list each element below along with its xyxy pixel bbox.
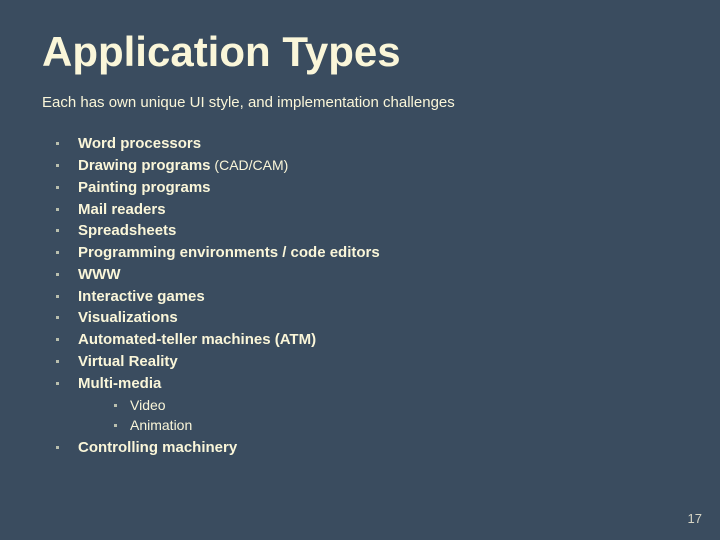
- list-item-text: Visualizations: [78, 309, 178, 326]
- list-item: Controlling machinery: [50, 437, 678, 459]
- list-item-annotation: (CAD/CAM): [211, 157, 289, 173]
- list-item-text: Virtual Reality: [78, 353, 178, 370]
- sub-list-item: Video: [108, 396, 678, 416]
- list-item: Automated-teller machines (ATM): [50, 329, 678, 351]
- list-item-text: Controlling machinery: [78, 439, 237, 456]
- list-item: Painting programs: [50, 177, 678, 199]
- list-item: Word processors: [50, 133, 678, 155]
- list-item-text: Programming environments / code editors: [78, 244, 380, 261]
- list-item-text: Painting programs: [78, 179, 211, 196]
- list-item-text: Mail readers: [78, 201, 166, 218]
- list-item: Visualizations: [50, 307, 678, 329]
- list-item: Programming environments / code editors: [50, 242, 678, 264]
- bullet-list: Word processors Drawing programs (CAD/CAM…: [42, 133, 678, 459]
- sub-list-item: Animation: [108, 416, 678, 436]
- page-number: 17: [688, 511, 702, 526]
- list-item-text: Word processors: [78, 135, 201, 152]
- list-item: Mail readers: [50, 199, 678, 221]
- slide-subtitle: Each has own unique UI style, and implem…: [42, 94, 678, 111]
- list-item-text: Spreadsheets: [78, 222, 176, 239]
- list-item: WWW: [50, 264, 678, 286]
- list-item: Drawing programs (CAD/CAM): [50, 155, 678, 177]
- list-item-text: Automated-teller machines (ATM): [78, 331, 316, 348]
- list-item-text: Interactive games: [78, 288, 205, 305]
- list-item-text: Multi-media: [78, 375, 161, 392]
- list-item: Multi-media VideoAnimation: [50, 373, 678, 436]
- slide-title: Application Types: [42, 28, 678, 76]
- list-item-text: WWW: [78, 266, 120, 283]
- list-item-text: Drawing programs: [78, 157, 211, 174]
- list-item: Interactive games: [50, 286, 678, 308]
- sub-bullet-list: VideoAnimation: [78, 396, 678, 435]
- list-item: Spreadsheets: [50, 220, 678, 242]
- list-item: Virtual Reality: [50, 351, 678, 373]
- slide: Application Types Each has own unique UI…: [0, 0, 720, 540]
